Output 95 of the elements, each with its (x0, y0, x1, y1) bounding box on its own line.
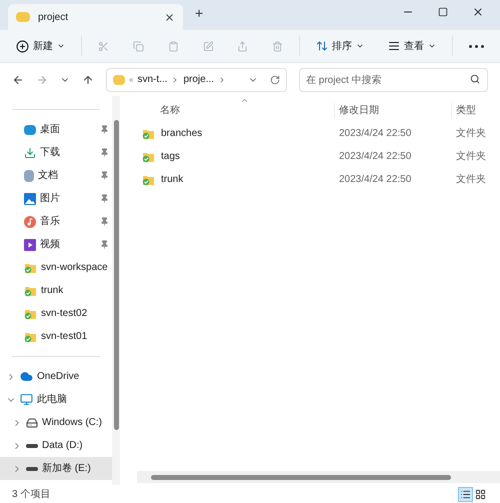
file-type: 文件夹 (455, 150, 486, 164)
search-icon[interactable] (470, 74, 480, 84)
refresh-icon[interactable] (270, 74, 280, 84)
nav-label: 桌面 (40, 122, 60, 137)
nav-tree-item[interactable]: OneDrive (0, 365, 112, 388)
modified-date: 2023/4/24 22:50 (338, 150, 412, 164)
file-type: 文件夹 (455, 172, 486, 187)
monitor-icon (20, 393, 33, 406)
sort-icon (316, 40, 328, 52)
pin-icon[interactable] (100, 217, 109, 226)
pin-icon[interactable] (100, 148, 109, 157)
folder-check-icon (24, 330, 37, 342)
pin-icon[interactable] (100, 240, 109, 249)
file-row[interactable]: branches 2023/4/24 22:50 文件夹 (137, 122, 500, 145)
nav-label: Data (D:) (42, 439, 83, 453)
download-icon (24, 146, 36, 158)
modified-date: 2023/4/24 22:50 (338, 127, 412, 141)
folder-check-icon (24, 308, 37, 320)
details-view-button[interactable] (458, 486, 473, 502)
search-field[interactable]: 在 project 中搜索 (299, 68, 488, 92)
tab-title: project (38, 10, 70, 24)
chevron-down-icon (57, 42, 65, 50)
file-row[interactable]: tags 2023/4/24 22:50 文件夹 (137, 145, 500, 168)
nav-item[interactable]: 视频 (0, 233, 112, 256)
column-header[interactable]: 名称 (137, 102, 335, 118)
close-icon[interactable] (472, 6, 484, 18)
nav-label: OneDrive (37, 370, 80, 384)
nav-label: svn-test01 (41, 330, 88, 344)
nav-item[interactable]: 桌面 (0, 118, 112, 141)
nav-item[interactable]: 图片 (0, 187, 112, 210)
nav-label: 音乐 (40, 214, 60, 229)
nav-label: trunk (41, 284, 64, 298)
music-icon (24, 216, 36, 228)
new-button[interactable]: 新建 (16, 38, 65, 54)
nav-label: 文档 (38, 168, 58, 183)
plus-icon (16, 40, 29, 52)
address-bar[interactable]: « svn-t... proje... (106, 68, 287, 92)
modified-date: 2023/4/24 22:50 (338, 173, 412, 187)
folder-check-icon (142, 128, 155, 140)
up-icon[interactable] (82, 74, 94, 86)
file-name: tags (161, 150, 180, 164)
nav-item[interactable]: svn-workspace (0, 256, 112, 279)
nav-label: 图片 (40, 192, 60, 206)
file-type: 文件夹 (455, 126, 486, 141)
more-icon[interactable] (468, 44, 484, 48)
nav-item[interactable]: 音乐 (0, 210, 112, 233)
video-icon (24, 238, 36, 250)
nav-item[interactable]: svn-test01 (0, 325, 112, 348)
folder-check-icon (142, 174, 155, 186)
new-tab-button[interactable]: + (195, 3, 204, 24)
nav-item[interactable]: trunk (0, 279, 112, 302)
breadcrumb[interactable]: proje... (183, 72, 214, 87)
back-icon[interactable] (12, 74, 24, 86)
file-row[interactable]: trunk 2023/4/24 22:50 文件夹 (137, 168, 500, 191)
chevron-down-icon (356, 42, 364, 50)
scrollbar[interactable] (112, 96, 120, 485)
pin-icon[interactable] (100, 171, 109, 180)
nav-item[interactable]: 下载 (0, 141, 112, 164)
forward-icon[interactable] (36, 74, 48, 86)
folder-check-icon (142, 150, 155, 162)
breadcrumb[interactable]: svn-t... (137, 72, 168, 87)
file-name: branches (161, 127, 202, 141)
maximize-icon[interactable] (438, 7, 448, 17)
nav-tree-item[interactable]: Data (D:) (0, 434, 112, 457)
nav-tree-item[interactable]: 新加卷 (E:) (0, 457, 112, 480)
nav-label: svn-test02 (41, 307, 88, 321)
close-icon[interactable] (164, 12, 175, 22)
nav-item[interactable]: 文档 (0, 164, 112, 187)
sort-ascending-icon (240, 96, 249, 105)
picture-icon (24, 192, 36, 204)
folder-check-icon (24, 262, 37, 274)
nav-label: 此电脑 (37, 392, 67, 407)
file-name: trunk (161, 173, 184, 187)
nav-tree-item[interactable]: 此电脑 (0, 388, 112, 411)
nav-item[interactable]: svn-test02 (0, 302, 112, 325)
nav-label: svn-workspace (41, 261, 108, 275)
nav-tree-item[interactable]: Windows (C:) (0, 411, 112, 434)
sort-button[interactable]: 排序 (316, 38, 364, 54)
column-header[interactable]: 类型 (452, 102, 476, 118)
item-count: 3 个项目 (12, 488, 52, 502)
chevron-down-icon (428, 42, 436, 50)
pin-icon[interactable] (100, 194, 109, 203)
nav-label: 视频 (40, 238, 60, 252)
overflow-mark[interactable]: « (129, 74, 134, 86)
horizontal-scrollbar[interactable] (137, 471, 500, 483)
nav-label: 下载 (40, 146, 60, 160)
view-button[interactable]: 查看 (388, 38, 436, 54)
tab[interactable]: project (8, 4, 183, 30)
lines-icon (388, 40, 400, 52)
nav-label: 新加卷 (E:) (42, 462, 91, 476)
pin-icon[interactable] (100, 125, 109, 134)
folder-check-icon (24, 284, 37, 296)
column-header[interactable]: 修改日期 (335, 102, 452, 118)
cloud-icon (20, 370, 33, 383)
nav-label: Windows (C:) (42, 416, 102, 430)
